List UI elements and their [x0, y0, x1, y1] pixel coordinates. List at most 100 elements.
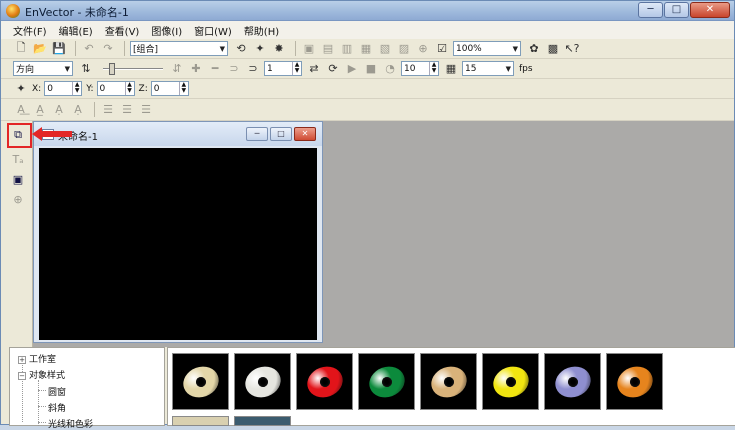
import-image-icon[interactable]: ▣ — [10, 171, 26, 187]
z-spin[interactable]: 0 ▲ ▼ — [150, 81, 189, 96]
minimize-button[interactable]: ─ — [638, 2, 663, 18]
text-toolbar: A͟ A̲ Ạ Ạ ☰ ☰ ☰ — [1, 99, 734, 121]
menu-edit[interactable]: 编辑(E) — [59, 23, 93, 38]
style-thumbnail-lavender-ring[interactable] — [544, 353, 601, 410]
swap-icon[interactable]: ⇄ — [306, 61, 322, 77]
shape-5-icon[interactable]: ▧ — [377, 41, 393, 57]
play-range-icon[interactable]: ⊃ — [245, 61, 261, 77]
ring-icon — [612, 361, 657, 402]
document-maximize-button[interactable]: □ — [270, 127, 292, 141]
zoom-combo[interactable]: 100% ▼ — [453, 41, 521, 56]
style-thumbnail-gold-ring[interactable] — [420, 353, 477, 410]
tree-node-bevel[interactable]: 斜角 — [48, 401, 66, 414]
tree-node-round-window[interactable]: 圆窗 — [48, 385, 66, 398]
loop-icon[interactable]: ⊃ — [226, 61, 242, 77]
style-thumbnail-yellow-ring[interactable] — [482, 353, 539, 410]
red-arrow-icon — [32, 127, 72, 141]
frame-spin[interactable]: 1 ▲ ▼ — [264, 61, 302, 76]
render-canvas[interactable] — [39, 148, 317, 340]
direction-combo-value: 方向 — [16, 65, 35, 75]
coordinates-toolbar: ✦ X: 0 ▲ ▼ Y: 0 ▲ ▼ Z: 0 ▲ ▼ — [1, 79, 734, 99]
burst-icon[interactable]: ✸ — [271, 41, 287, 57]
spin-arrows-icon[interactable]: ▲ ▼ — [292, 62, 301, 75]
style-thumbnail-orange-ring[interactable] — [606, 353, 663, 410]
style-thumbnail-white-ring[interactable] — [234, 353, 291, 410]
text-style-2-icon[interactable]: A̲ — [32, 102, 48, 118]
add-icon[interactable]: ✚ — [188, 61, 204, 77]
document-minimize-button[interactable]: ─ — [246, 127, 268, 141]
tree-node-object-style[interactable]: − 对象样式 — [18, 368, 65, 381]
play-icon[interactable]: ▶ — [344, 61, 360, 77]
rotate-tool-icon[interactable]: ⟲ — [233, 41, 249, 57]
frames-icon[interactable]: ⇵ — [169, 61, 185, 77]
align-center-icon[interactable]: ☰ — [119, 102, 135, 118]
spin-arrows-icon[interactable]: ▲ ▼ — [429, 62, 438, 75]
tree-node-studio[interactable]: + 工作室 — [18, 352, 56, 365]
globe-icon[interactable]: ⊕ — [415, 41, 431, 57]
style-thumbnail-green-ring[interactable] — [358, 353, 415, 410]
slider-thumb[interactable] — [109, 62, 115, 75]
shape-2-icon[interactable]: ▤ — [320, 41, 336, 57]
picture-icon[interactable]: ▩ — [545, 41, 561, 57]
tree-expander-icon[interactable]: − — [18, 372, 26, 380]
object-tree: + 工作室 − 对象样式 圆窗 斜角 光线和色彩 — [9, 347, 165, 430]
close-button[interactable]: ✕ — [690, 2, 730, 18]
checkbox-icon[interactable]: ☑ — [434, 41, 450, 57]
document-close-button[interactable]: ✕ — [294, 127, 316, 141]
group-combo[interactable]: [组合] ▼ — [130, 41, 228, 56]
align-right-icon[interactable]: ☰ — [138, 102, 154, 118]
stop-icon[interactable]: ■ — [363, 61, 379, 77]
light-icon[interactable]: ✦ — [252, 41, 268, 57]
spin-arrows-icon[interactable]: ▲ ▼ — [72, 82, 81, 95]
save-icon[interactable]: 💾 — [51, 41, 67, 57]
effects-icon[interactable]: ✿ — [526, 41, 542, 57]
light-position-icon[interactable]: ✦ — [13, 81, 29, 97]
window-title: EnVector - 未命名-1 — [25, 6, 129, 19]
redo-icon[interactable]: ↷ — [100, 41, 116, 57]
maximize-button[interactable]: □ — [664, 2, 689, 18]
x-spin[interactable]: 0 ▲ ▼ — [44, 81, 83, 96]
fps-label: fps — [519, 63, 533, 74]
new-file-icon[interactable]: 🗋 — [13, 41, 29, 57]
minus-icon[interactable]: ━ — [207, 61, 223, 77]
text-style-1-icon[interactable]: A͟ — [13, 102, 29, 118]
menu-bar: 文件(F) 编辑(E) 查看(V) 图像(I) 窗口(W) 帮助(H) — [1, 21, 734, 39]
ring-icon — [426, 361, 471, 402]
tree-node-lights-colors[interactable]: 光线和色彩 — [48, 417, 93, 430]
text-object-icon[interactable]: Tₐ — [10, 151, 26, 167]
step-icon[interactable]: ⇅ — [78, 61, 94, 77]
undo-icon[interactable]: ↶ — [81, 41, 97, 57]
menu-help[interactable]: 帮助(H) — [244, 23, 279, 38]
refresh-icon[interactable]: ⟳ — [325, 61, 341, 77]
shape-1-icon[interactable]: ▣ — [301, 41, 317, 57]
chevron-down-icon: ▼ — [512, 44, 518, 53]
text-style-4-icon[interactable]: Ạ — [70, 102, 86, 118]
speed-slider[interactable] — [103, 62, 163, 75]
menu-view[interactable]: 查看(V) — [105, 23, 140, 38]
spin-arrows-icon[interactable]: ▲ ▼ — [178, 82, 188, 95]
spin-arrows-icon[interactable]: ▲ ▼ — [124, 82, 134, 95]
y-spin[interactable]: 0 ▲ ▼ — [96, 81, 135, 96]
tree-expander-icon[interactable]: + — [18, 356, 26, 364]
help-pointer-icon[interactable]: ↖? — [564, 41, 580, 57]
document-title-bar[interactable]: 未命名-1 ─ □ ✕ — [34, 122, 322, 146]
direction-combo[interactable]: 方向 ▼ — [13, 61, 73, 76]
style-thumbnail-red-ring[interactable] — [296, 353, 353, 410]
menu-image[interactable]: 图像(I) — [151, 23, 182, 38]
zoom-combo-value: 100% — [456, 43, 482, 54]
text-style-3-icon[interactable]: Ạ — [51, 102, 67, 118]
shape-3-icon[interactable]: ▥ — [339, 41, 355, 57]
open-folder-icon[interactable]: 📂 — [32, 41, 48, 57]
shape-4-icon[interactable]: ▦ — [358, 41, 374, 57]
film-icon[interactable]: ▦ — [443, 61, 459, 77]
menu-file[interactable]: 文件(F) — [13, 23, 47, 38]
shape-6-icon[interactable]: ▨ — [396, 41, 412, 57]
align-left-icon[interactable]: ☰ — [100, 102, 116, 118]
menu-window[interactable]: 窗口(W) — [194, 23, 232, 38]
fps-combo[interactable]: 15 ▼ — [462, 61, 514, 76]
style-thumbnail-beige-ring[interactable] — [172, 353, 229, 410]
timer-icon[interactable]: ◔ — [382, 61, 398, 77]
group-combo-value: [组合] — [133, 45, 159, 55]
zoom-object-icon[interactable]: ⊕ — [10, 191, 26, 207]
delay-spin[interactable]: 10 ▲ ▼ — [401, 61, 439, 76]
